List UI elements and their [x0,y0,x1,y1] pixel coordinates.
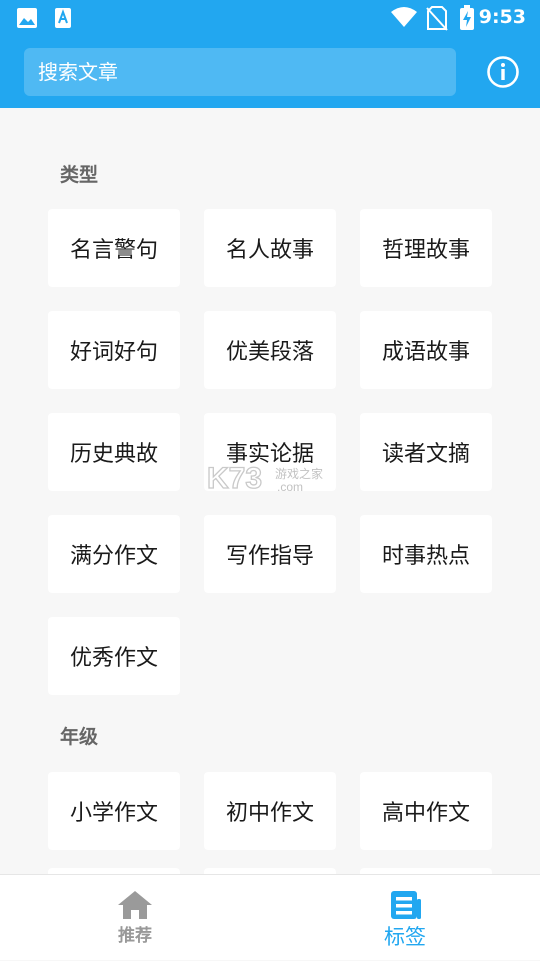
tag-chip[interactable]: 满分作文 [48,515,180,593]
tag-chip[interactable]: 优美段落 [204,311,336,389]
search-input[interactable] [24,48,456,96]
battery-charging-icon [460,5,474,30]
section-title-type: 类型 [60,164,99,186]
watermark-domain: .com [277,480,303,494]
article-list-icon [391,891,421,919]
bottom-navigation: 推荐 标签 [0,874,540,960]
app-header: 9:53 [0,0,540,108]
text-notification-icon [55,8,71,28]
tag-chip[interactable]: 高中作文 [360,772,492,850]
status-bar: 9:53 [0,0,540,36]
image-notification-icon [17,8,37,28]
tag-chip[interactable]: 哲理故事 [360,209,492,287]
tag-chip[interactable]: 名人故事 [204,209,336,287]
tag-chip[interactable]: 名言警句 [48,209,180,287]
tag-chip[interactable]: 成语故事 [360,311,492,389]
nav-item-recommend[interactable]: 推荐 [0,875,270,961]
tag-chip[interactable]: 好词好句 [48,311,180,389]
tag-chip[interactable]: 写作指导 [204,515,336,593]
nav-label-tags: 标签 [384,925,426,949]
tag-chip[interactable]: 读者文摘 [360,413,492,491]
watermark-cn: 游戏之家 [275,466,323,481]
tag-chip[interactable]: 小学作文 [48,772,180,850]
tag-chip[interactable]: 初中作文 [204,772,336,850]
nav-item-tags[interactable]: 标签 [270,875,540,961]
k73-watermark-logo: K73 游戏之家 .com [206,461,323,495]
no-sim-icon [426,6,448,31]
home-icon [118,891,152,919]
info-icon[interactable] [486,55,520,89]
section-title-grade: 年级 [60,726,99,748]
tag-chip[interactable]: 时事热点 [360,515,492,593]
wifi-icon [391,7,417,27]
nav-label-recommend: 推荐 [118,926,152,946]
tag-chip[interactable]: 历史典故 [48,413,180,491]
tag-chip[interactable]: 优秀作文 [48,617,180,695]
status-time: 9:53 [478,6,526,28]
watermark-brand: K73 [207,462,262,495]
